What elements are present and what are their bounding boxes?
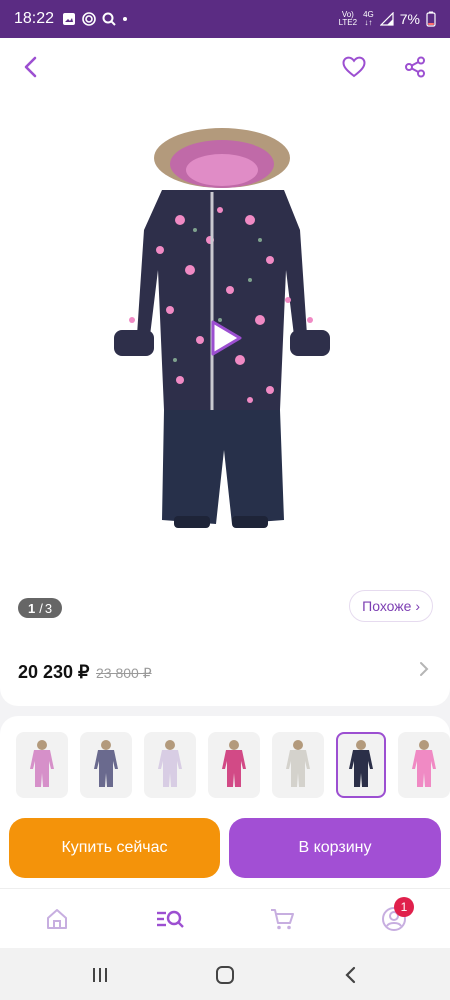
tab-catalog-search[interactable] <box>154 905 186 933</box>
gallery-separator: / <box>39 600 43 616</box>
catalog-search-icon <box>157 910 184 928</box>
thumbnail-image <box>30 740 54 787</box>
variant-thumbnail[interactable] <box>336 732 386 798</box>
data-indicator: 4G ↓↑ <box>363 10 374 27</box>
status-time: 18:22 <box>14 10 55 27</box>
variant-thumbnail[interactable] <box>144 732 196 798</box>
target-icon <box>82 12 96 26</box>
tab-cart[interactable] <box>268 905 296 933</box>
chevron-right-icon <box>420 662 429 676</box>
dot-icon <box>123 17 128 21</box>
data-top: 4G <box>363 10 374 19</box>
variant-thumbnail[interactable] <box>398 732 450 798</box>
network-bottom: LTE2 <box>338 18 358 27</box>
gallery-current: 1 <box>27 600 36 616</box>
system-back-button[interactable] <box>338 962 364 988</box>
product-page: 18:22 Vo) LTE2 4G ↓↑ 7% 1 / 3 Похоже › 2… <box>0 0 450 1000</box>
cart-icon <box>271 909 294 930</box>
battery-percent: 7% <box>399 11 420 27</box>
product-gallery[interactable]: 1 / 3 Похоже › <box>0 96 450 656</box>
gallery-total: 3 <box>44 600 53 616</box>
similar-products-button[interactable]: Похоже › <box>349 590 433 622</box>
back-button[interactable] <box>16 52 46 82</box>
thumbnail-image <box>222 740 246 787</box>
heart-icon <box>342 56 366 78</box>
signal-icon <box>379 12 394 26</box>
buy-now-button[interactable]: Купить сейчас <box>9 818 220 878</box>
status-right: Vo) LTE2 4G ↓↑ 7% <box>339 11 436 27</box>
bottom-tab-bar: 1 <box>0 888 450 948</box>
variant-thumbnail[interactable] <box>208 732 260 798</box>
current-price: 20 230 ₽ <box>18 662 90 682</box>
home-icon <box>47 909 67 929</box>
system-navigation <box>0 948 450 1000</box>
variant-thumbnail[interactable] <box>16 732 68 798</box>
back-arrow-icon <box>345 966 356 984</box>
top-nav <box>0 38 450 96</box>
thumbnail-list <box>16 732 450 798</box>
action-bar: Купить сейчас В корзину <box>0 806 450 888</box>
favorite-button[interactable] <box>339 52 369 82</box>
notification-icons <box>62 12 128 26</box>
thumbnail-image <box>286 740 310 787</box>
chevron-left-icon <box>24 56 37 78</box>
share-icon <box>405 56 425 78</box>
network-indicator: Vo) LTE2 <box>339 11 358 27</box>
variant-thumbnail[interactable] <box>272 732 324 798</box>
thumbnail-image <box>158 740 182 787</box>
old-price: 23 800 ₽ <box>96 665 152 681</box>
home-square-icon <box>216 966 234 984</box>
status-bar: 18:22 Vo) LTE2 4G ↓↑ 7% <box>0 0 450 38</box>
play-video-icon[interactable] <box>208 318 244 358</box>
gallery-page-indicator: 1 / 3 <box>18 598 62 618</box>
thumbnail-image <box>412 740 436 787</box>
variant-thumbnail[interactable] <box>80 732 132 798</box>
battery-icon <box>426 11 436 27</box>
variant-thumbnails <box>0 716 450 816</box>
share-button[interactable] <box>400 52 430 82</box>
tab-home[interactable] <box>43 905 71 933</box>
price-card[interactable]: 20 230 ₽ 23 800 ₽ <box>0 640 450 706</box>
recent-apps-button[interactable] <box>87 962 113 988</box>
image-icon <box>63 13 76 25</box>
thumbnail-image <box>94 740 118 787</box>
thumbnail-image <box>349 740 373 787</box>
recent-apps-icon <box>93 968 107 982</box>
home-button[interactable] <box>212 962 238 988</box>
cart-badge: 1 <box>394 897 414 917</box>
add-to-cart-button[interactable]: В корзину <box>229 818 441 878</box>
search-icon <box>102 12 116 26</box>
